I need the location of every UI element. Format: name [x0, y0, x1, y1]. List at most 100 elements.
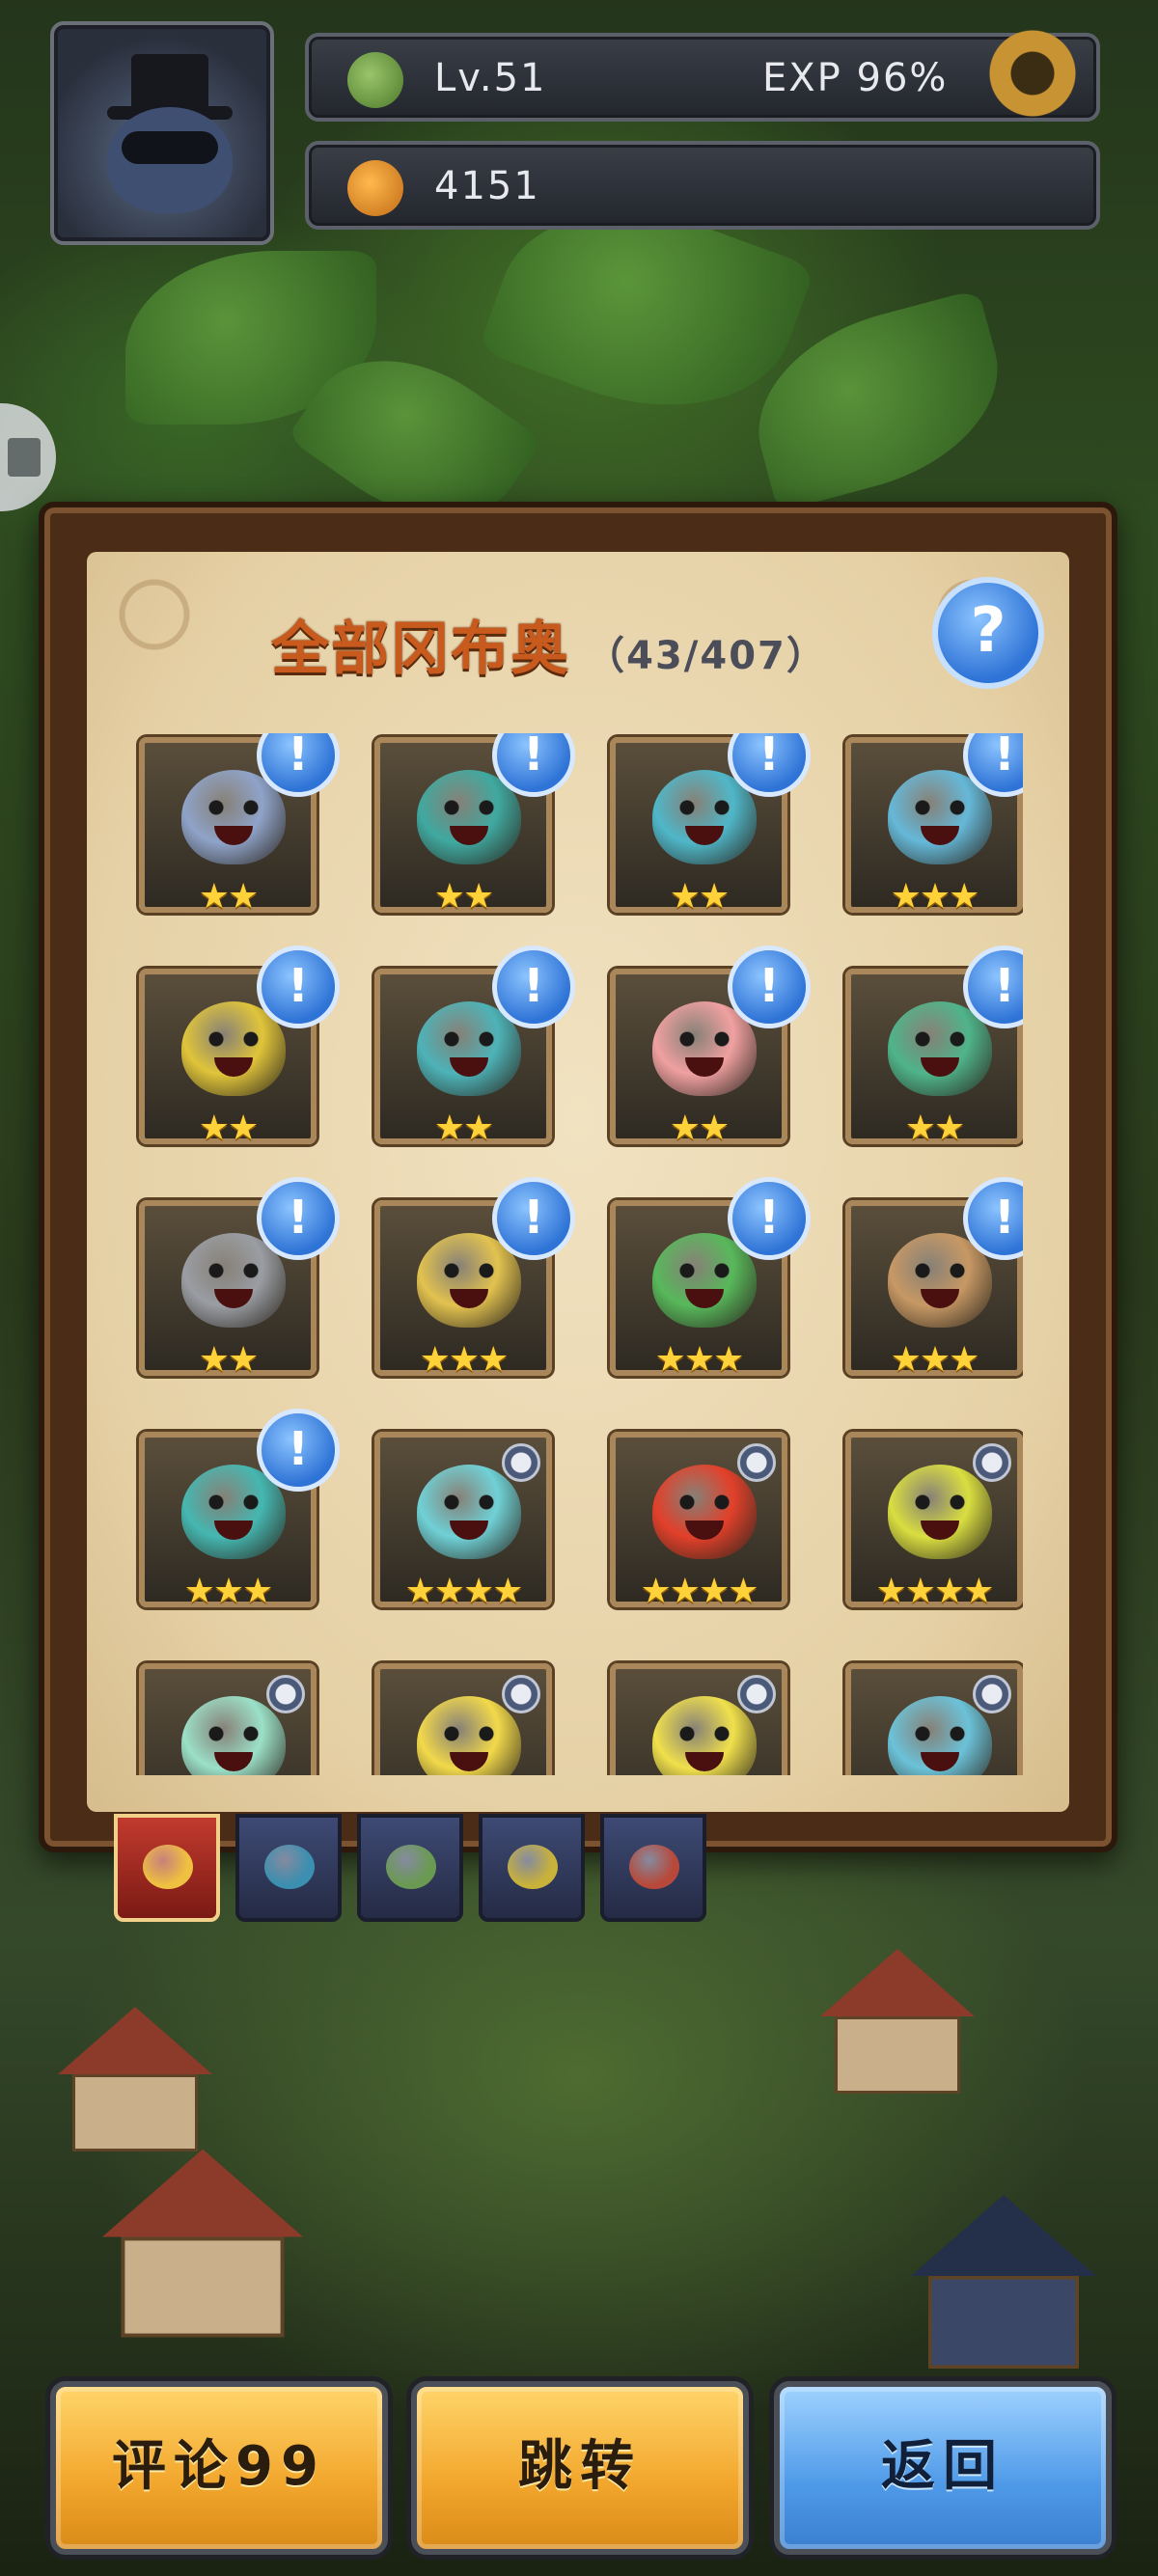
- new-alert-icon: !: [492, 945, 575, 1028]
- jump-button[interactable]: 跳转: [411, 2381, 749, 2555]
- gumball-eyes: [205, 1030, 262, 1048]
- gumball-mouth: [450, 1752, 488, 1771]
- gumball-card[interactable]: ★★!: [610, 945, 811, 1148]
- help-button[interactable]: ?: [932, 577, 1044, 689]
- gumball-card[interactable]: ★★!: [139, 733, 340, 917]
- class-badge-icon: [737, 1443, 776, 1482]
- star-rating: ★★★: [419, 1340, 510, 1380]
- new-alert-icon: !: [728, 1177, 811, 1260]
- gumball-eyes: [911, 1725, 969, 1742]
- star-rating: ★★: [669, 877, 731, 917]
- collection-title-text: 全部冈布奥: [271, 616, 571, 683]
- house-decoration: [911, 2195, 1096, 2369]
- gumball-portrait: [181, 1696, 286, 1775]
- gumball-mouth: [450, 1289, 488, 1308]
- gumball-card[interactable]: ★★★★: [374, 1432, 552, 1611]
- gumball-eyes: [911, 1030, 969, 1048]
- class-badge-icon: [973, 1443, 1011, 1482]
- star-rating: ★★: [198, 1109, 260, 1148]
- gumball-card[interactable]: ★★★!: [610, 1177, 811, 1380]
- gumball-card[interactable]: ★★★!: [374, 1177, 575, 1380]
- house-decoration: [58, 2007, 212, 2151]
- gumball-eyes: [911, 1494, 969, 1511]
- gumball-portrait: [652, 1696, 757, 1775]
- gumball-eyes: [440, 1725, 498, 1742]
- star-rating: ★★: [904, 1109, 966, 1148]
- gumball-portrait: [417, 1465, 521, 1559]
- star-rating: ★★: [198, 877, 260, 917]
- gumball-card[interactable]: ★★★★: [845, 1432, 1023, 1611]
- gumball-card[interactable]: ★★★!: [845, 1177, 1023, 1380]
- gumball-card[interactable]: ★★!: [610, 733, 811, 917]
- comment-button[interactable]: 评论99: [50, 2381, 388, 2555]
- gumball-card[interactable]: ★★★★: [610, 1432, 787, 1611]
- faction-emblem-icon: [143, 1845, 193, 1889]
- puzzle-icon: [8, 438, 41, 477]
- class-badge-icon: [502, 1675, 540, 1713]
- gumball-mouth: [450, 826, 488, 845]
- gumball-eyes: [205, 1725, 262, 1742]
- gumball-eyes: [440, 1262, 498, 1279]
- new-alert-icon: !: [257, 1409, 340, 1492]
- gumball-portrait: [417, 1696, 521, 1775]
- star-rating: ★★★: [183, 1572, 274, 1611]
- gumball-card[interactable]: ★★!: [139, 945, 340, 1148]
- star-rating: ★★★★: [875, 1572, 994, 1611]
- faction-tab-faction-3[interactable]: [357, 1814, 463, 1922]
- new-alert-icon: !: [257, 1177, 340, 1260]
- gumball-card[interactable]: ★★!: [845, 945, 1023, 1148]
- gumball-eyes: [676, 799, 733, 816]
- gumball-mouth: [921, 1289, 959, 1308]
- gumball-mouth: [685, 1752, 724, 1771]
- gumball-eyes: [440, 799, 498, 816]
- gumball-mouth: [921, 1057, 959, 1077]
- gumball-card[interactable]: [139, 1663, 317, 1775]
- back-button[interactable]: 返回: [774, 2381, 1112, 2555]
- faction-tab-faction-4[interactable]: [479, 1814, 585, 1922]
- gumball-grid: ★★! ★★! ★★! ★★★! ★★! ★★! ★★! ★★! ★★! ★★★! ★★★! ★★★!…: [135, 733, 1023, 1775]
- player-avatar[interactable]: [50, 21, 274, 245]
- gumball-portrait: [888, 1696, 992, 1775]
- star-rating: ★★★: [890, 1340, 980, 1380]
- faction-emblem-icon: [508, 1845, 558, 1889]
- faction-tab-faction-2[interactable]: [235, 1814, 342, 1922]
- gumball-mouth: [450, 1521, 488, 1540]
- gumball-mouth: [685, 1289, 724, 1308]
- new-alert-icon: !: [257, 945, 340, 1028]
- gumball-card[interactable]: ★★★!: [845, 733, 1023, 917]
- gumball-mouth: [214, 1521, 253, 1540]
- star-rating: ★★★★: [640, 1572, 758, 1611]
- star-rating: ★★★★: [404, 1572, 523, 1611]
- gumball-card[interactable]: [610, 1663, 787, 1775]
- faction-emblem-icon: [386, 1845, 436, 1889]
- gumball-card[interactable]: [845, 1663, 1023, 1775]
- gumball-card[interactable]: ★★★!: [139, 1409, 340, 1611]
- gumball-eyes: [676, 1030, 733, 1048]
- gear-icon[interactable]: [975, 15, 1090, 131]
- faction-emblem-icon: [629, 1845, 679, 1889]
- gumball-card[interactable]: [374, 1663, 552, 1775]
- level-text: Lv.51: [434, 56, 547, 100]
- class-badge-icon: [737, 1675, 776, 1713]
- gumball-card[interactable]: ★★!: [374, 733, 575, 917]
- gumball-card[interactable]: ★★!: [374, 945, 575, 1148]
- class-badge-icon: [973, 1675, 1011, 1713]
- fruit-currency-icon: [347, 160, 403, 216]
- gumball-eyes: [440, 1494, 498, 1511]
- exp-text: EXP 96%: [762, 56, 949, 100]
- gumball-mouth: [214, 1289, 253, 1308]
- new-alert-icon: !: [728, 945, 811, 1028]
- house-decoration: [820, 1949, 975, 2094]
- class-badge-icon: [266, 1675, 305, 1713]
- gumball-mouth: [921, 1521, 959, 1540]
- star-rating: ★★: [198, 1340, 260, 1380]
- star-rating: ★★★: [890, 877, 980, 917]
- faction-tab-all[interactable]: [114, 1814, 220, 1922]
- gumball-mouth: [685, 826, 724, 845]
- class-badge-icon: [502, 1443, 540, 1482]
- gumball-eyes: [205, 799, 262, 816]
- gumball-card[interactable]: ★★!: [139, 1177, 340, 1380]
- gumball-mouth: [921, 826, 959, 845]
- collection-count: （43/407）: [586, 634, 827, 678]
- faction-tab-faction-5[interactable]: [600, 1814, 706, 1922]
